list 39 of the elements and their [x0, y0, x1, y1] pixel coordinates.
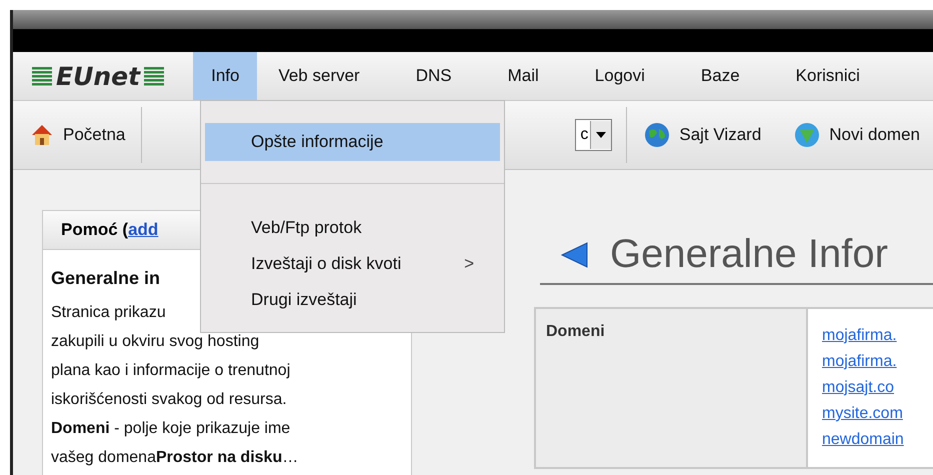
- home-button[interactable]: Početna: [13, 101, 142, 169]
- menu-tab[interactable]: Baze: [682, 52, 759, 100]
- domain-link[interactable]: mojafirma.: [822, 353, 933, 371]
- globe-icon: [793, 121, 822, 149]
- help-text-line: Stranica prikazu: [51, 303, 166, 323]
- help-header: Pomoć (: [61, 220, 128, 240]
- page-title: Generalne Infor: [610, 232, 888, 277]
- menu-tab[interactable]: Mail: [488, 52, 558, 100]
- table-cell: Domeni: [536, 309, 808, 467]
- menu-tab[interactable]: Info: [193, 52, 258, 100]
- select-field[interactable]: c: [575, 119, 612, 151]
- logo: EUnet: [13, 52, 194, 100]
- back-arrow-icon: [560, 240, 590, 270]
- domain-link[interactable]: mojsajt.co: [822, 379, 933, 397]
- domain-link[interactable]: mysite.com: [822, 405, 933, 423]
- menu-item[interactable]: Veb/Ftp protok: [205, 210, 500, 246]
- submenu-arrow: >: [464, 254, 474, 274]
- menu-item[interactable]: Drugi izveštaji: [205, 282, 500, 318]
- help-text-line: iskorišćenosti svakog od resursa.: [51, 390, 287, 410]
- menu-tab[interactable]: Logovi: [576, 52, 664, 100]
- domain-link[interactable]: mojafirma.: [822, 327, 933, 345]
- stripes-icon: [144, 67, 164, 86]
- menu-tab[interactable]: DNS: [396, 52, 471, 100]
- help-text-line: plana kao i informacije o trenutnoj: [51, 361, 290, 381]
- domain-link[interactable]: newdomain: [822, 431, 933, 449]
- menu-item[interactable]: Izveštaji o disk kvoti >: [205, 246, 500, 282]
- new-domain-button[interactable]: Novi domen: [777, 101, 933, 169]
- help-title: Generalne in: [51, 267, 160, 290]
- globe-icon: [643, 121, 672, 149]
- help-link[interactable]: add: [128, 220, 158, 240]
- menu-tab[interactable]: Korisnici: [776, 52, 879, 100]
- help-text-line: vašeg domenaProstor na disku…: [51, 448, 298, 468]
- caret-icon: [596, 132, 606, 138]
- menu-tab[interactable]: Veb server: [259, 52, 379, 100]
- wizard-button[interactable]: Sajt Vizard: [627, 101, 778, 169]
- stripes-icon: [32, 67, 52, 86]
- menu-item[interactable]: Opšte informacije: [205, 123, 500, 161]
- help-text-line: zakupili u okviru svog hosting: [51, 332, 260, 352]
- help-text-line: Domeni - polje koje prikazuje ime: [51, 419, 290, 439]
